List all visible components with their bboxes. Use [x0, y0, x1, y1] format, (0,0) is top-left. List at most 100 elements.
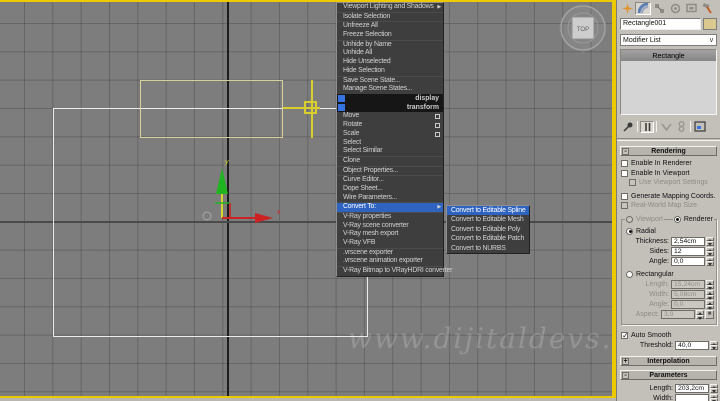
menu-item-v-ray-mesh-export[interactable]: V-Ray mesh export	[337, 230, 443, 239]
spinner-down-icon[interactable]	[706, 305, 714, 310]
menu-item-wire-parameters[interactable]: Wire Parameters...	[337, 194, 443, 203]
menu-item-convert-to-editable-mesh[interactable]: Convert to Editable Mesh	[447, 215, 529, 224]
menu-item-hide-selection[interactable]: Hide Selection	[337, 67, 443, 76]
length-input[interactable]: 203,2cm	[675, 384, 709, 393]
object-color-swatch[interactable]	[703, 18, 717, 30]
object-name-input[interactable]: Rectangle001	[620, 18, 701, 30]
menu-item-select-similar[interactable]: Select Similar	[337, 147, 443, 156]
real-world-map-size-checkbox[interactable]	[621, 202, 628, 209]
use-viewport-settings-checkbox[interactable]	[629, 179, 636, 186]
thickness-input[interactable]: 2,54cm	[671, 237, 705, 246]
length-input[interactable]: 15,24cm	[671, 280, 705, 289]
radial-radio[interactable]	[626, 228, 633, 235]
menu-item-manage-scene-states[interactable]: Manage Scene States...	[337, 85, 443, 94]
menu-item-unhide-all[interactable]: Unhide All	[337, 49, 443, 58]
transform-gizmo[interactable]: y x	[195, 152, 290, 230]
menu-item-move[interactable]: Move	[337, 112, 443, 121]
aspect-spinner[interactable]	[696, 310, 704, 319]
menu-item-select[interactable]: Select	[337, 139, 443, 148]
menu-item-dope-sheet[interactable]: Dope Sheet...	[337, 185, 443, 194]
settings-box-icon[interactable]	[435, 123, 440, 128]
pin-stack-button[interactable]	[621, 121, 635, 133]
viewport-radio[interactable]	[626, 216, 633, 223]
spinner-down-icon[interactable]	[706, 295, 714, 300]
settings-box-icon[interactable]	[435, 132, 440, 137]
menu-item-hide-unselected[interactable]: Hide Unselected	[337, 58, 443, 67]
menu-item-convert-to-editable-spline[interactable]: Convert to Editable Spline	[447, 206, 529, 215]
rectangle-shape-selected[interactable]	[140, 80, 283, 138]
rollout-rendering[interactable]: - Rendering	[620, 146, 717, 156]
menu-item-unhide-by-name[interactable]: Unhide by Name	[337, 41, 443, 50]
generate-mapping-coords-checkbox[interactable]	[621, 193, 628, 200]
width-input[interactable]: 5,08cm	[671, 290, 705, 299]
top-viewport[interactable]: y x TOP N E S W www.dijitaldevs.c	[0, 0, 612, 398]
tab-modify[interactable]	[635, 2, 651, 15]
spinner-down-icon[interactable]	[710, 388, 718, 393]
quad-menu-display-header[interactable]: display	[337, 94, 443, 103]
width-spinner[interactable]	[706, 290, 714, 299]
menu-item-v-ray-bitmap-to-vrayhdri-converter[interactable]: V-Ray Bitmap to VRayHDRI converter	[337, 267, 443, 276]
menu-item-curve-editor[interactable]: Curve Editor...	[337, 176, 443, 185]
length-spinner[interactable]	[710, 384, 718, 393]
menu-item-v-ray-vfb[interactable]: V-Ray VFB	[337, 239, 443, 248]
spinner-down-icon[interactable]	[706, 241, 714, 246]
menu-item-scale[interactable]: Scale	[337, 130, 443, 139]
interpolation-collapse-toggle[interactable]: +	[622, 358, 629, 365]
configure-modifier-sets-button[interactable]	[693, 121, 707, 133]
menu-item-vrscene-exporter[interactable]: .vrscene exporter	[337, 249, 443, 258]
threshold-input[interactable]: 40,0	[675, 341, 709, 350]
tab-utilities[interactable]	[699, 2, 715, 15]
menu-item-rotate[interactable]: Rotate	[337, 121, 443, 130]
menu-item-convert-to[interactable]: Convert To:▶	[337, 203, 443, 212]
tab-create[interactable]	[619, 2, 635, 15]
angle-spinner[interactable]	[706, 300, 714, 309]
quad-menu-transform-header[interactable]: transform	[337, 103, 443, 112]
angle-spinner[interactable]	[706, 257, 714, 266]
menu-item-vrscene-animation-exporter[interactable]: .vrscene animation exporter	[337, 257, 443, 266]
rectangular-radio[interactable]	[626, 271, 633, 278]
tab-motion[interactable]	[667, 2, 683, 15]
make-unique-button[interactable]	[659, 121, 673, 133]
spinner-down-icon[interactable]	[706, 251, 714, 256]
sides-spinner[interactable]	[706, 247, 714, 256]
menu-item-isolate-selection[interactable]: Isolate Selection	[337, 13, 443, 22]
modifier-list-dropdown[interactable]: Modifier List v	[620, 34, 717, 46]
angle-input[interactable]: 0,0	[671, 257, 705, 266]
parameters-collapse-toggle[interactable]: -	[622, 372, 629, 379]
menu-item-v-ray-properties[interactable]: V-Ray properties	[337, 213, 443, 222]
length-spinner[interactable]	[706, 280, 714, 289]
settings-box-icon[interactable]	[435, 114, 440, 119]
menu-item-convert-to-nurbs[interactable]: Convert to NURBS	[447, 244, 529, 253]
rollout-parameters[interactable]: - Parameters	[620, 370, 717, 380]
spinner-down-icon[interactable]	[706, 261, 714, 266]
menu-item-freeze-selection[interactable]: Freeze Selection	[337, 31, 443, 40]
renderer-radio[interactable]	[674, 216, 681, 223]
aspect-lock-button[interactable]: ■	[705, 310, 714, 319]
threshold-spinner[interactable]	[710, 341, 718, 350]
menu-item-viewport-lighting-and-shadows[interactable]: Viewport Lighting and Shadows▶	[337, 3, 443, 12]
tab-hierarchy[interactable]	[651, 2, 667, 15]
sides-input[interactable]: 12	[671, 247, 705, 256]
aspect-input[interactable]: 3,0	[661, 310, 695, 319]
rollout-interpolation[interactable]: + Interpolation	[620, 356, 717, 366]
spinner-down-icon[interactable]	[710, 345, 718, 350]
menu-item-convert-to-editable-patch[interactable]: Convert to Editable Patch	[447, 234, 529, 243]
show-end-result-button[interactable]	[640, 121, 654, 133]
menu-item-unfreeze-all[interactable]: Unfreeze All	[337, 22, 443, 31]
enable-in-renderer-checkbox[interactable]	[621, 160, 628, 167]
menu-item-convert-to-editable-poly[interactable]: Convert to Editable Poly	[447, 225, 529, 234]
remove-modifier-button[interactable]	[674, 121, 688, 133]
width-spinner[interactable]	[710, 394, 718, 401]
width-input[interactable]	[675, 394, 709, 401]
thickness-spinner[interactable]	[706, 237, 714, 246]
viewcube[interactable]: TOP N E S W	[556, 1, 612, 55]
menu-item-save-scene-state[interactable]: Save Scene State...	[337, 77, 443, 86]
angle-input[interactable]: 0,0	[671, 300, 705, 309]
menu-item-v-ray-scene-converter[interactable]: V-Ray scene converter	[337, 222, 443, 231]
spinner-down-icon[interactable]	[706, 285, 714, 290]
enable-in-viewport-checkbox[interactable]	[621, 170, 628, 177]
menu-item-object-properties[interactable]: Object Properties...	[337, 167, 443, 176]
menu-item-clone[interactable]: Clone	[337, 157, 443, 166]
spinner-down-icon[interactable]	[696, 315, 704, 320]
rendering-collapse-toggle[interactable]: -	[622, 148, 629, 155]
